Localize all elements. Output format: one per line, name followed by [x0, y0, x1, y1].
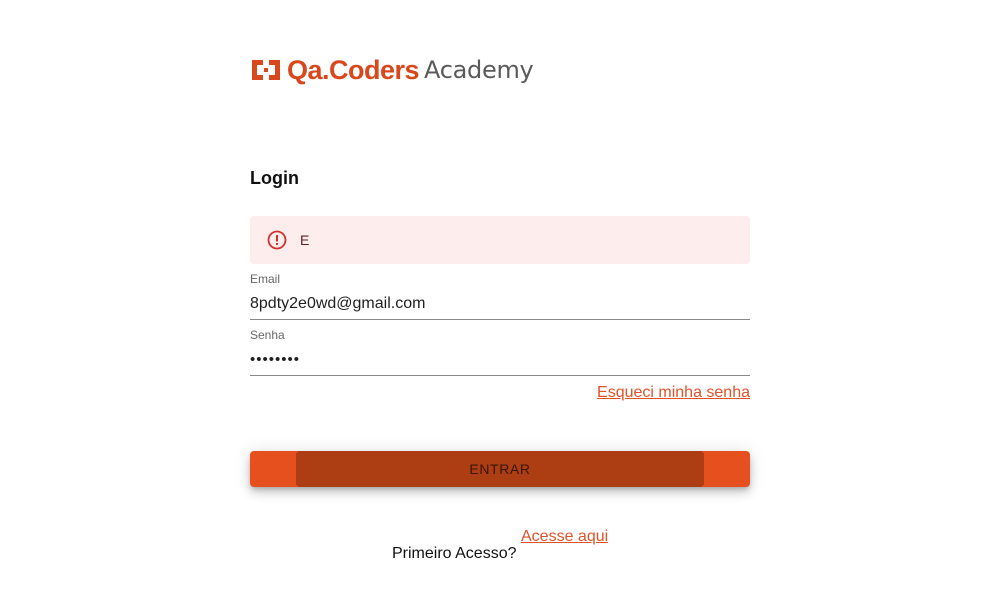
email-field: Email — [250, 271, 750, 320]
logo-subtitle-text: Academy — [424, 56, 534, 84]
first-access-link[interactable]: Acesse aqui — [521, 527, 608, 547]
logo-brand-text: Qa.Coders — [287, 55, 420, 85]
alert-message: E — [300, 232, 310, 248]
password-label: Senha — [250, 328, 285, 342]
submit-button[interactable]: ENTRAR — [250, 451, 750, 487]
logo: Qa.Coders Academy — [250, 54, 534, 86]
password-input[interactable] — [250, 348, 750, 372]
email-input[interactable] — [250, 292, 750, 316]
password-field: Senha — [250, 327, 750, 376]
login-page: Qa.Coders Academy Login E Email Senha Es… — [0, 0, 1000, 605]
page-title: Login — [250, 168, 299, 188]
forgot-password-link[interactable]: Esqueci minha senha — [597, 383, 750, 403]
first-access-text: Primeiro Acesso? — [392, 545, 517, 562]
error-alert: E — [250, 216, 750, 264]
email-label: Email — [250, 272, 281, 286]
submit-button-label: ENTRAR — [469, 461, 531, 477]
login-form: Qa.Coders Academy Login E Email Senha Es… — [250, 0, 750, 605]
brackets-logo-icon — [252, 60, 280, 80]
first-access: Primeiro Acesso? Acesse aqui — [392, 527, 632, 567]
error-outline-icon — [267, 230, 287, 250]
